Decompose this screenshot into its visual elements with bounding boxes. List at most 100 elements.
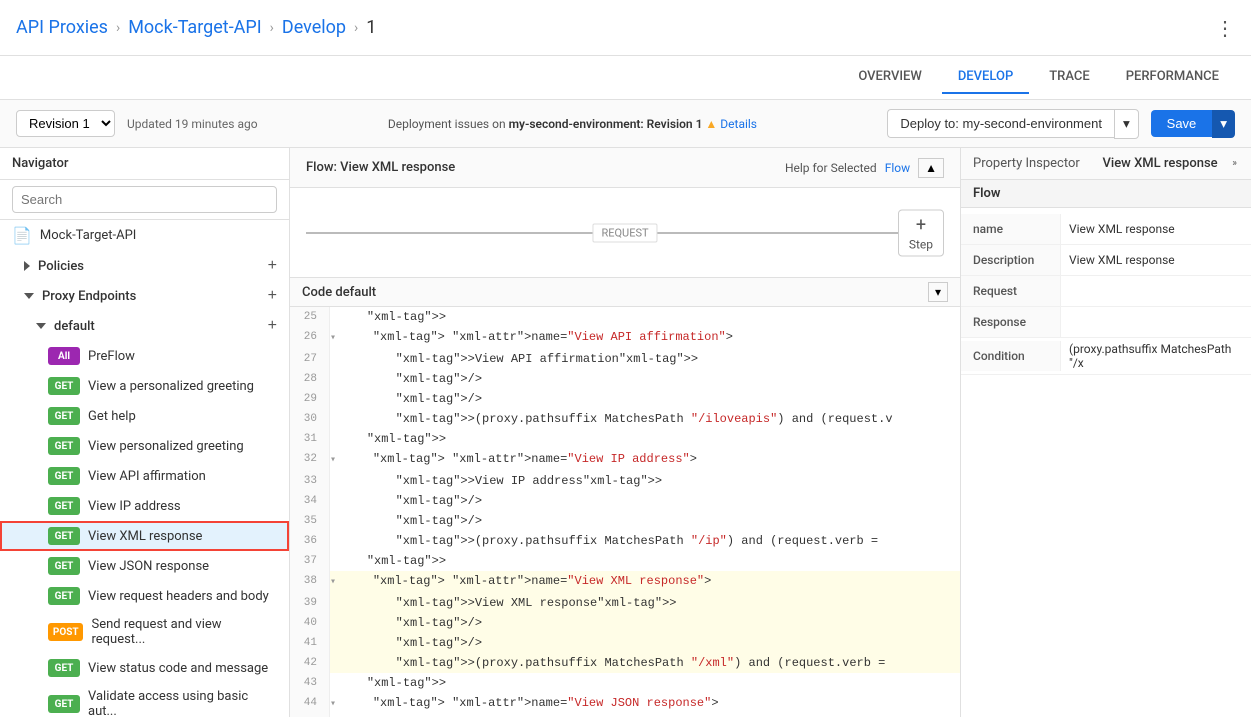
nav-section-policies[interactable]: Policies + xyxy=(0,251,289,281)
code-line[interactable]: 37 "xml-tag">> xyxy=(290,551,960,571)
flow-label-1: Get help xyxy=(88,409,136,424)
prop-value[interactable]: View XML response xyxy=(1061,218,1251,240)
code-line[interactable]: 40 "xml-tag">/> xyxy=(290,613,960,633)
nav-item-flow-4[interactable]: GET View IP address xyxy=(0,491,289,521)
prop-value[interactable]: (proxy.pathsuffix MatchesPath "/x xyxy=(1061,338,1251,374)
get-badge: GET xyxy=(48,467,80,485)
code-line[interactable]: 29 "xml-tag">/> xyxy=(290,389,960,409)
nav-item-flow-6[interactable]: GET View JSON response xyxy=(0,551,289,581)
nav-section-default-proxy[interactable]: default + xyxy=(0,311,289,341)
code-line[interactable]: 25 "xml-tag">> xyxy=(290,307,960,327)
search-input[interactable] xyxy=(12,186,277,213)
line-number: 26 xyxy=(290,327,330,349)
code-line[interactable]: 42 "xml-tag">>(proxy.pathsuffix MatchesP… xyxy=(290,653,960,673)
nav-item-flow-8[interactable]: POST Send request and view request... xyxy=(0,611,289,653)
code-line[interactable]: 43 "xml-tag">> xyxy=(290,673,960,693)
nav-item-flow-9[interactable]: GET View status code and message xyxy=(0,653,289,683)
expand-icon[interactable]: ▾ xyxy=(330,333,342,344)
breadcrumb-api-proxies[interactable]: API Proxies xyxy=(16,17,108,38)
add-policy-button[interactable]: + xyxy=(268,257,277,275)
nav-item-flow-1[interactable]: GET Get help xyxy=(0,401,289,431)
revision-dropdown[interactable]: Revision 1 xyxy=(16,110,115,137)
flow-label-2: View personalized greeting xyxy=(88,439,244,454)
line-number: 31 xyxy=(290,429,330,449)
code-line[interactable]: 28 "xml-tag">/> xyxy=(290,369,960,389)
code-line[interactable]: 31 "xml-tag">> xyxy=(290,429,960,449)
code-line[interactable]: 44▾ "xml-tag"> "xml-attr">name="View JSO… xyxy=(290,693,960,715)
add-proxy-endpoint-button[interactable]: + xyxy=(268,287,277,305)
code-line[interactable]: 39 "xml-tag">>View XML response"xml-tag"… xyxy=(290,593,960,613)
tab-trace[interactable]: TRACE xyxy=(1033,61,1105,94)
expand-icon[interactable]: » xyxy=(1232,158,1237,169)
api-proxy-item[interactable]: 📄 Mock-Target-API xyxy=(0,220,289,251)
nav-item-preflow[interactable]: All PreFlow xyxy=(0,341,289,371)
flow-label-3: View API affirmation xyxy=(88,469,206,484)
prop-section-title: Flow xyxy=(961,180,1251,208)
nav-section-proxy-endpoints[interactable]: Proxy Endpoints + xyxy=(0,281,289,311)
flow-link[interactable]: Flow xyxy=(885,161,910,175)
details-link[interactable]: Details xyxy=(720,117,757,131)
line-content: "xml-tag">> xyxy=(330,673,446,693)
code-line[interactable]: 30 "xml-tag">>(proxy.pathsuffix MatchesP… xyxy=(290,409,960,429)
breadcrumb-mock-target-api[interactable]: Mock-Target-API xyxy=(128,17,261,38)
add-default-proxy-button[interactable]: + xyxy=(268,317,277,335)
flow-arrow-line: REQUEST xyxy=(306,232,944,234)
post-badge: POST xyxy=(48,623,83,641)
code-line[interactable]: 38▾ "xml-tag"> "xml-attr">name="View XML… xyxy=(290,571,960,593)
get-badge: GET xyxy=(48,527,80,545)
help-text: Help for Selected xyxy=(785,161,877,175)
navigator-header: Navigator xyxy=(0,148,289,180)
breadcrumb-develop[interactable]: Develop xyxy=(282,17,346,38)
env-name: my-second-environment: Revision 1 xyxy=(509,117,703,131)
line-number: 42 xyxy=(290,653,330,673)
nav-item-flow-3[interactable]: GET View API affirmation xyxy=(0,461,289,491)
save-arrow-button[interactable]: ▾ xyxy=(1212,110,1235,138)
default-proxy-label: default xyxy=(54,319,95,334)
prop-value[interactable] xyxy=(1061,318,1251,326)
nav-item-flow-7[interactable]: GET View request headers and body xyxy=(0,581,289,611)
code-line[interactable]: 41 "xml-tag">/> xyxy=(290,633,960,653)
line-number: 33 xyxy=(290,471,330,491)
line-content: "xml-tag">/> xyxy=(330,369,482,389)
code-collapse-button[interactable]: ▾ xyxy=(928,282,948,302)
code-line[interactable]: 26▾ "xml-tag"> "xml-attr">name="View API… xyxy=(290,327,960,349)
code-line[interactable]: 33 "xml-tag">>View IP address"xml-tag">> xyxy=(290,471,960,491)
revision-selector[interactable]: Revision 1 xyxy=(16,110,115,137)
expand-icon[interactable]: ▾ xyxy=(330,455,342,466)
tab-overview[interactable]: OVERVIEW xyxy=(842,61,937,94)
breadcrumb: API Proxies › Mock-Target-API › Develop … xyxy=(16,17,376,38)
tab-develop[interactable]: DEVELOP xyxy=(942,61,1029,94)
code-line[interactable]: 36 "xml-tag">>(proxy.pathsuffix MatchesP… xyxy=(290,531,960,551)
three-dots-menu[interactable]: ⋮ xyxy=(1215,16,1235,40)
code-line[interactable]: 27 "xml-tag">>View API affirmation"xml-t… xyxy=(290,349,960,369)
save-button[interactable]: Save xyxy=(1151,110,1213,137)
step-button[interactable]: + Step xyxy=(898,209,944,256)
expand-icon[interactable]: ▾ xyxy=(330,577,342,588)
preflow-label: PreFlow xyxy=(88,349,135,364)
top-header: API Proxies › Mock-Target-API › Develop … xyxy=(0,0,1251,56)
prop-label: Description xyxy=(961,245,1061,275)
code-line[interactable]: 35 "xml-tag">/> xyxy=(290,511,960,531)
line-number: 40 xyxy=(290,613,330,633)
flow-label-8: Send request and view request... xyxy=(91,617,277,647)
get-badge: GET xyxy=(48,497,80,515)
expand-icon[interactable]: ▾ xyxy=(330,699,342,710)
get-badge: GET xyxy=(48,437,80,455)
breadcrumb-revision: 1 xyxy=(366,17,376,38)
tab-performance[interactable]: PERFORMANCE xyxy=(1110,61,1235,94)
nav-item-flow-5[interactable]: GET View XML response xyxy=(0,521,289,551)
deploy-arrow-button[interactable]: ▾ xyxy=(1114,109,1139,139)
code-line[interactable]: 34 "xml-tag">/> xyxy=(290,491,960,511)
prop-value[interactable] xyxy=(1061,287,1251,295)
code-editor[interactable]: 25 "xml-tag">>26▾ "xml-tag"> "xml-attr">… xyxy=(290,307,960,717)
collapse-button[interactable]: ▲ xyxy=(918,158,944,178)
policies-label: Policies xyxy=(38,259,84,274)
get-badge: GET xyxy=(48,659,80,677)
nav-item-flow-2[interactable]: GET View personalized greeting xyxy=(0,431,289,461)
nav-item-flow-10[interactable]: GET Validate access using basic aut... xyxy=(0,683,289,717)
deploy-button[interactable]: Deploy to: my-second-environment xyxy=(887,109,1114,138)
code-line[interactable]: 32▾ "xml-tag"> "xml-attr">name="View IP … xyxy=(290,449,960,471)
nav-item-flow-0[interactable]: GET View a personalized greeting xyxy=(0,371,289,401)
prop-value[interactable]: View XML response xyxy=(1061,249,1251,271)
line-content: "xml-tag">>View IP address"xml-tag">> xyxy=(330,471,662,491)
